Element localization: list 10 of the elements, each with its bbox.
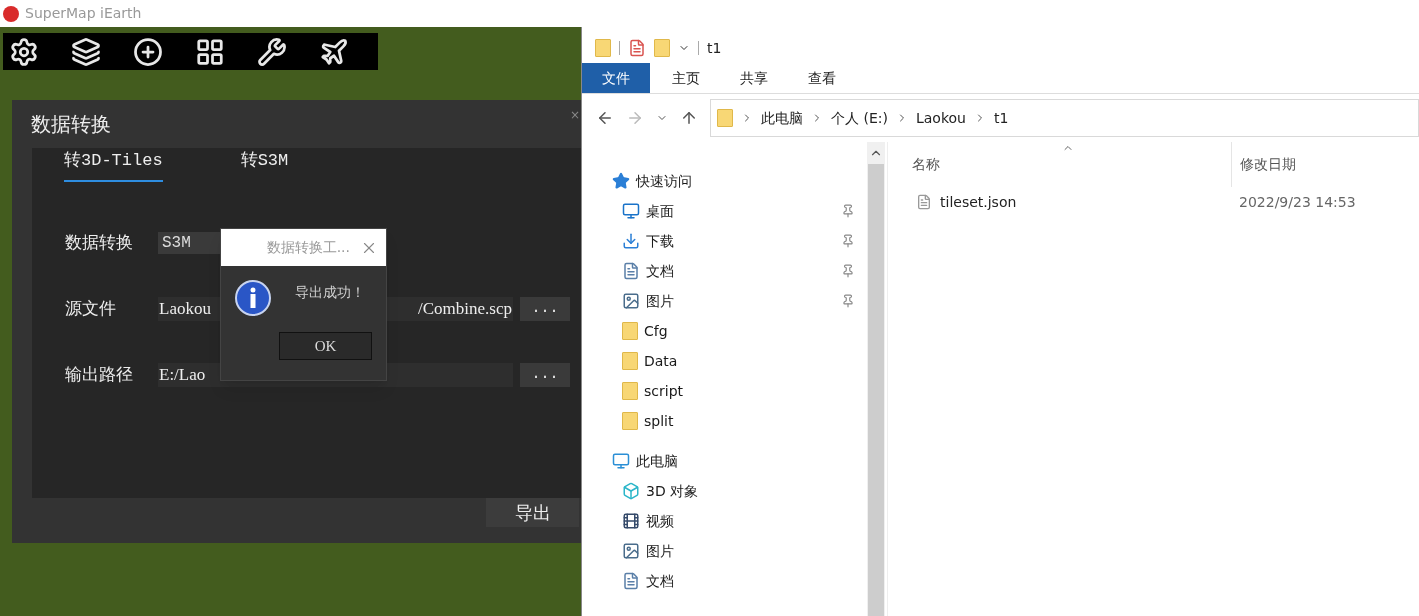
window-title: SuperMap iEarth bbox=[25, 4, 142, 23]
field-label: 源文件 bbox=[64, 297, 117, 321]
file-name: tileset.json bbox=[940, 192, 1017, 212]
panel-title: 数据转换 bbox=[31, 111, 111, 138]
field-label: 数据转换 bbox=[64, 231, 134, 255]
field-label: 输出路径 bbox=[64, 363, 134, 387]
dialog-title: 数据转换工... bbox=[266, 238, 350, 257]
explorer-title: t1 bbox=[707, 38, 722, 58]
file-date: 2022/9/23 14:53 bbox=[1239, 192, 1356, 212]
dialog-message: 导出成功！ bbox=[295, 283, 365, 302]
